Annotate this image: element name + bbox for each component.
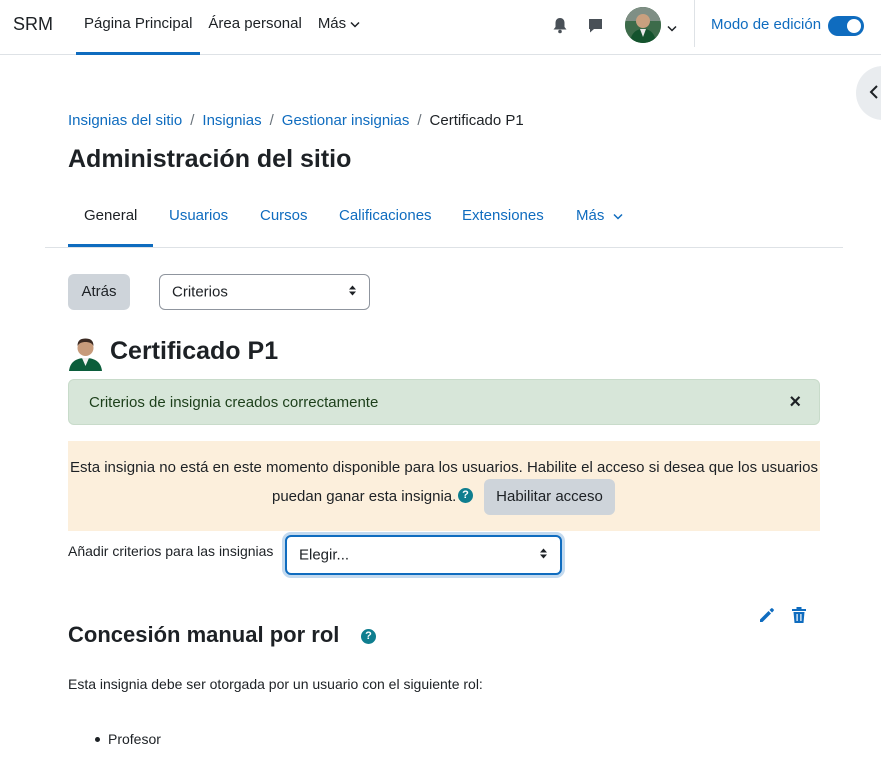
breadcrumb-link-manage-badges[interactable]: Gestionar insignias — [282, 112, 410, 129]
help-icon[interactable]: ? — [458, 488, 473, 503]
list-item: Profesor — [95, 731, 161, 747]
select-arrows-icon — [539, 547, 548, 564]
close-icon[interactable]: × — [789, 392, 801, 412]
tab-plugins[interactable]: Extensiones — [446, 185, 560, 247]
nav-item-label: Área personal — [208, 15, 302, 32]
breadcrumb-link-badges[interactable]: Insignias — [202, 112, 261, 129]
badge-navigation-select[interactable]: Criterios — [159, 274, 370, 310]
nav-item-home[interactable]: Página Principal — [76, 0, 201, 55]
tab-more-label: Más — [576, 207, 605, 224]
right-drawer-toggle[interactable] — [856, 66, 881, 120]
add-criteria-label: Añadir criterios para las insignias — [68, 543, 274, 559]
messages-chat-icon[interactable] — [584, 14, 606, 36]
breadcrumb-current: Certificado P1 — [429, 112, 524, 129]
secondary-navigation: General Usuarios Cursos Calificaciones E… — [45, 185, 843, 248]
breadcrumb: Insignias del sitio / Insignias / Gestio… — [68, 112, 524, 129]
nav-item-dashboard[interactable]: Área personal — [200, 0, 309, 55]
breadcrumb-separator: / — [417, 112, 422, 129]
user-avatar[interactable] — [625, 7, 661, 43]
tab-grades[interactable]: Calificaciones — [323, 185, 448, 247]
warning-text-line2: puedan ganar esta insignia. — [272, 488, 457, 505]
select-value: Criterios — [172, 283, 228, 301]
edit-mode-toggle[interactable] — [828, 16, 864, 36]
tab-general[interactable]: General — [68, 185, 154, 247]
tab-more[interactable]: Más — [560, 185, 639, 247]
nav-item-label: Más — [317, 15, 347, 32]
help-icon[interactable]: ? — [361, 629, 376, 644]
select-value: Elegir... — [299, 546, 350, 564]
add-criteria-select[interactable]: Elegir... — [285, 535, 562, 575]
enable-access-button[interactable]: Habilitar acceso — [484, 479, 615, 515]
chevron-left-icon — [869, 85, 878, 99]
site-brand[interactable]: SRM — [13, 14, 53, 35]
criteria-section-title: Concesión manual por rol — [68, 622, 340, 647]
chevron-down-icon[interactable] — [667, 19, 677, 36]
navbar-divider — [694, 0, 695, 47]
select-arrows-icon — [348, 284, 357, 301]
role-list: Profesor — [95, 731, 161, 747]
success-alert-message: Criterios de insignia creados correctame… — [89, 394, 379, 411]
toggle-knob — [847, 19, 861, 33]
nav-item-more[interactable]: Más — [310, 0, 368, 55]
badge-status-warning: Esta insignia no está en este momento di… — [68, 441, 820, 531]
delete-trash-icon[interactable] — [791, 606, 807, 628]
breadcrumb-separator: / — [190, 112, 195, 129]
badge-image — [68, 335, 103, 371]
tab-courses[interactable]: Cursos — [244, 185, 324, 247]
breadcrumb-link-site-badges[interactable]: Insignias del sitio — [68, 112, 182, 129]
page-title: Administración del sitio — [68, 145, 352, 173]
success-alert: Criterios de insignia creados correctame… — [68, 379, 820, 425]
top-navbar: SRM Página Principal Área personal Más M… — [0, 0, 881, 55]
breadcrumb-separator: / — [269, 112, 274, 129]
nav-item-label: Página Principal — [84, 15, 193, 32]
primary-navigation: Página Principal Área personal Más — [76, 0, 368, 55]
criteria-description: Esta insignia debe ser otorgada por un u… — [68, 676, 483, 692]
back-button[interactable]: Atrás — [68, 274, 130, 310]
tab-users[interactable]: Usuarios — [153, 185, 244, 247]
edit-mode-label: Modo de edición — [711, 16, 822, 33]
warning-text-line1: Esta insignia no está en este momento di… — [70, 459, 818, 476]
chevron-down-icon — [612, 185, 623, 247]
edit-pencil-icon[interactable] — [758, 606, 776, 628]
badge-title: Certificado P1 — [110, 337, 279, 365]
chevron-down-icon — [350, 0, 360, 48]
notifications-bell-icon[interactable] — [549, 14, 571, 36]
